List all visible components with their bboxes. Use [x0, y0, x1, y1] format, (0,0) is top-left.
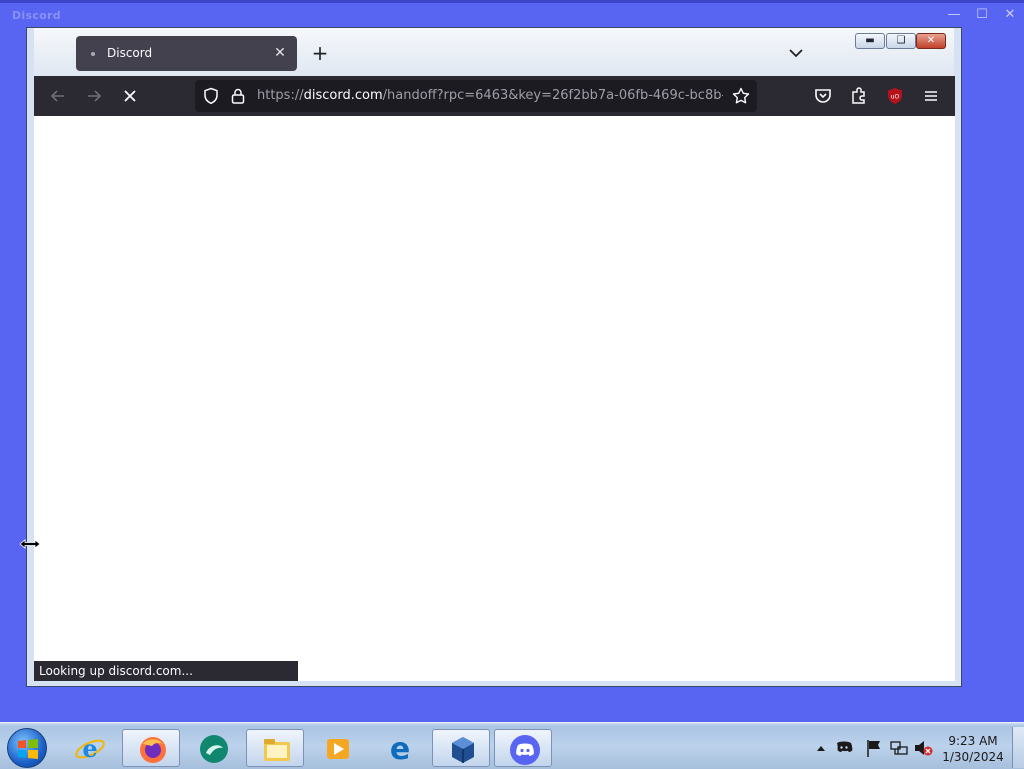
resize-cursor-icon: [19, 539, 41, 549]
status-bar: Looking up discord.com...: [34, 661, 298, 681]
lock-icon[interactable]: [228, 86, 248, 106]
restore-button[interactable]: ❑: [886, 33, 916, 49]
taskbar-spotlight[interactable]: [184, 729, 242, 767]
clock-time: 9:23 AM: [948, 734, 998, 748]
taskbar-virtualbox[interactable]: [432, 729, 490, 767]
url-scheme: https://: [257, 88, 304, 103]
forward-icon[interactable]: [82, 84, 106, 108]
svg-text:e: e: [390, 733, 410, 765]
shield-icon[interactable]: [201, 86, 221, 106]
bg-minimize-button[interactable]: —: [944, 6, 964, 24]
clock-date: 1/30/2024: [942, 750, 1004, 764]
show-desktop-button[interactable]: [1012, 727, 1024, 768]
discord-icon: [510, 735, 540, 765]
stop-icon[interactable]: [118, 84, 142, 108]
new-tab-button[interactable]: +: [309, 42, 331, 64]
windows-logo-icon: [18, 739, 38, 759]
media-player-icon: [327, 739, 349, 759]
desktop-top-strip: [0, 0, 1024, 3]
svg-text:uO: uO: [891, 94, 900, 101]
taskbar-internet-explorer[interactable]: e: [60, 729, 118, 767]
minimize-button[interactable]: ▬: [855, 33, 885, 49]
tab-loading-icon: [91, 52, 95, 56]
bg-close-button[interactable]: ✕: [1000, 6, 1020, 24]
page-content: [34, 116, 955, 681]
browser-window: Discord ✕ + ▬ ❑ ✕ https://discord.com/ha…: [26, 27, 962, 687]
extensions-icon[interactable]: [847, 84, 871, 108]
navigation-toolbar: https://discord.com/handoff?rpc=6463&key…: [34, 76, 955, 116]
tab-bar: Discord ✕ +: [34, 28, 954, 76]
tray-discord-icon[interactable]: [834, 733, 854, 763]
url-path: /handoff?rpc=6463&key=26f2bb7a-06fb-469c…: [382, 88, 723, 103]
tray-expand-icon[interactable]: [814, 733, 828, 763]
volume-muted-icon[interactable]: [912, 733, 934, 763]
virtualbox-icon: [452, 737, 474, 763]
taskbar-edge[interactable]: e: [370, 729, 428, 767]
menu-icon[interactable]: [919, 84, 943, 108]
taskbar-media-player[interactable]: [308, 729, 366, 767]
svg-text:e: e: [82, 734, 97, 763]
bg-maximize-button[interactable]: ☐: [972, 6, 992, 24]
taskbar-file-explorer[interactable]: [246, 729, 304, 767]
taskbar-discord[interactable]: [494, 729, 552, 767]
background-window-title: Discord: [12, 9, 61, 22]
address-bar[interactable]: https://discord.com/handoff?rpc=6463&key…: [195, 80, 757, 112]
action-center-flag-icon[interactable]: [864, 733, 884, 763]
star-icon[interactable]: [731, 86, 751, 106]
url-host: discord.com: [303, 88, 383, 103]
internet-explorer-icon: e: [75, 734, 105, 763]
system-clock[interactable]: 9:23 AM 1/30/2024: [940, 733, 1006, 765]
edge-icon: e: [390, 733, 410, 765]
network-icon[interactable]: [888, 733, 910, 763]
list-tabs-icon[interactable]: [786, 43, 806, 63]
tab-close-icon[interactable]: ✕: [271, 44, 289, 62]
start-button[interactable]: [7, 728, 47, 768]
tab-discord[interactable]: Discord ✕: [76, 36, 297, 71]
ublock-icon[interactable]: uO: [883, 84, 907, 108]
url-text[interactable]: https://discord.com/handoff?rpc=6463&key…: [257, 88, 723, 103]
tab-title: Discord: [107, 46, 153, 60]
folder-icon: [264, 739, 290, 761]
back-icon[interactable]: [46, 84, 70, 108]
close-window-button[interactable]: ✕: [916, 33, 946, 49]
taskbar-firefox[interactable]: [122, 729, 180, 767]
pocket-icon[interactable]: [811, 84, 835, 108]
firefox-icon: [140, 737, 166, 763]
green-app-icon: [200, 735, 228, 763]
